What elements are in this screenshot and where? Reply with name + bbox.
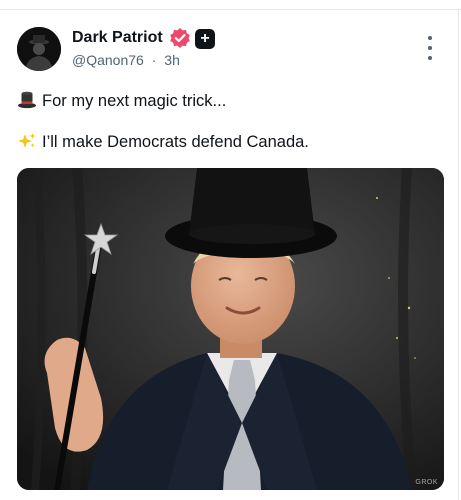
author-name[interactable]: Dark Patriot bbox=[72, 29, 163, 47]
post-text-1: For my next magic trick... bbox=[42, 92, 227, 110]
post-time[interactable]: 3h bbox=[164, 52, 180, 68]
verified-badge-icon bbox=[170, 28, 190, 48]
post-text-2: I’ll make Democrats defend Canada. bbox=[42, 133, 309, 151]
author-handle[interactable]: @Qanon76 bbox=[72, 52, 144, 68]
more-dot-icon bbox=[428, 56, 432, 60]
post-text-line-2: I’ll make Democrats defend Canada. bbox=[17, 132, 309, 152]
right-divider bbox=[458, 10, 459, 500]
author-avatar[interactable] bbox=[17, 27, 61, 71]
handle-row: @Qanon76 · 3h bbox=[72, 52, 180, 68]
magician-illustration bbox=[17, 168, 444, 490]
more-dot-icon bbox=[428, 46, 432, 50]
post-text-line-1: For my next magic trick... bbox=[17, 91, 226, 111]
image-watermark: GROK bbox=[415, 479, 438, 486]
top-hat-icon bbox=[18, 91, 36, 109]
more-options-button[interactable] bbox=[420, 36, 440, 60]
separator-dot: · bbox=[151, 52, 157, 68]
more-dot-icon bbox=[428, 36, 432, 40]
sparkles-icon bbox=[18, 133, 36, 148]
plus-badge-icon: + bbox=[195, 29, 215, 49]
top-divider bbox=[0, 9, 461, 10]
post-image[interactable]: GROK bbox=[17, 168, 444, 490]
